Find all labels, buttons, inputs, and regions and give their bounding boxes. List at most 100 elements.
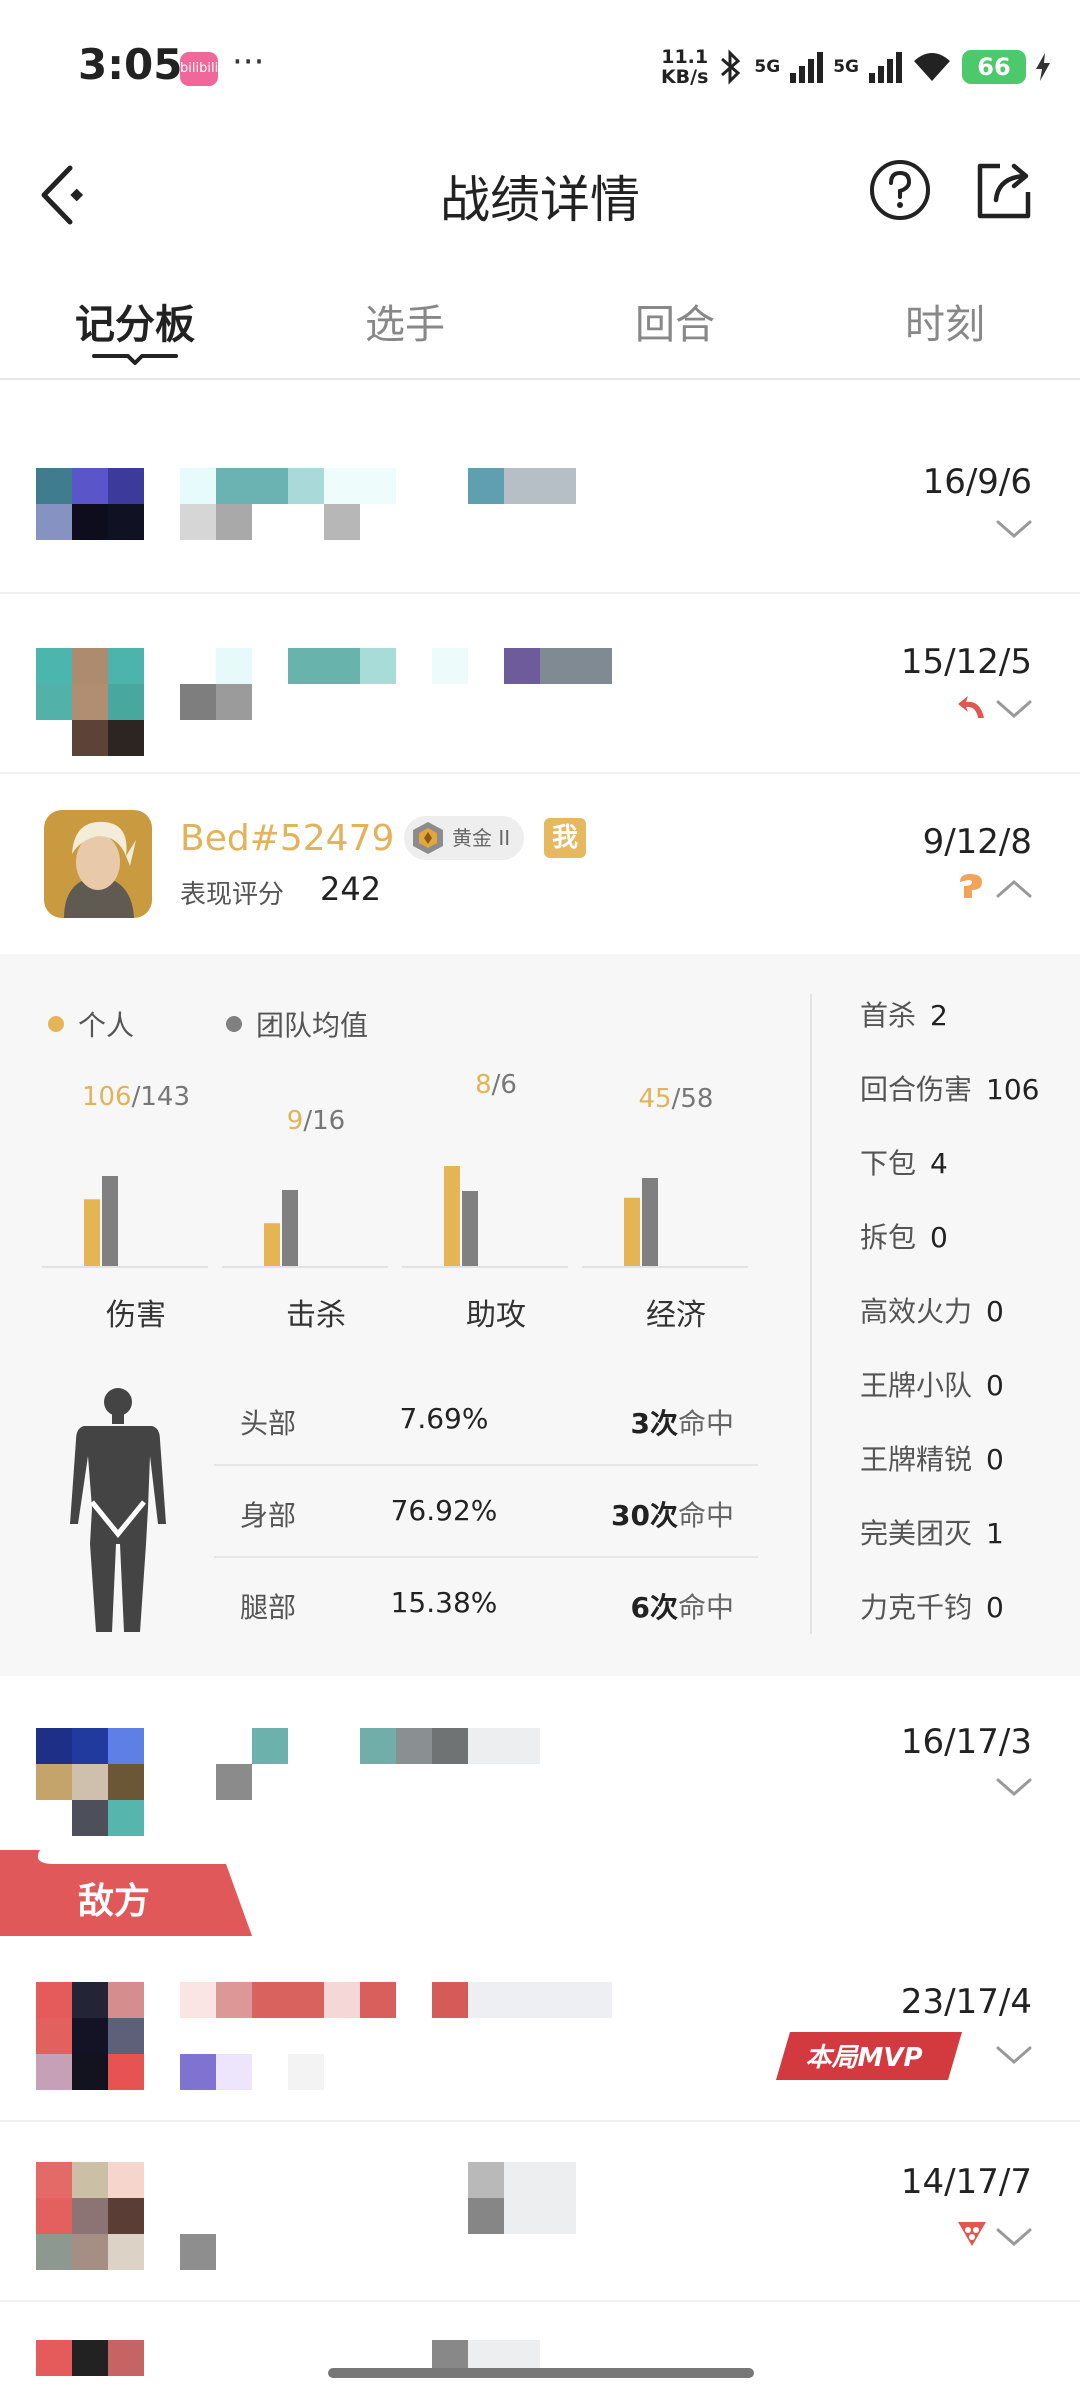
tab-players[interactable]: 选手 (305, 292, 505, 350)
my-player-row[interactable]: Bed#52479 黄金 II 我 表现评分 242 9/12/8 (0, 774, 1080, 954)
bar-value-team: 58 (680, 1084, 714, 1114)
score-value: 242 (320, 870, 382, 908)
stat-label: 拆包 (860, 1221, 917, 1254)
player-name-pixelated (180, 1982, 620, 2092)
mvp-badge: 本局MVP (776, 2032, 962, 2080)
hit-count-suffix: 命中 (677, 1591, 734, 1624)
legend-team-swatch (226, 1016, 242, 1032)
stat-label: 力克千钧 (860, 1591, 973, 1624)
hit-part-label: 腿部 (240, 1591, 297, 1624)
bar-team-1 (282, 1190, 298, 1266)
bar-value-label: 9/16 (286, 1106, 346, 1136)
category-label: 助攻 (466, 1298, 526, 1333)
stat-ace-elite: 王牌精锐 0 (860, 1438, 1004, 1478)
share-button[interactable] (974, 158, 1034, 222)
stat-first-kill: 首杀 2 (860, 994, 948, 1034)
enemy-team-label: 敌方 (78, 1881, 151, 1922)
assist-badge-icon (960, 874, 982, 898)
player-row[interactable]: 16/17/3 (0, 1676, 1080, 1852)
chevron-down-icon[interactable] (996, 1776, 1032, 1798)
hit-count-unit: 次 (649, 1499, 678, 1532)
bar-value-team: 143 (140, 1082, 191, 1112)
enemy-player-row[interactable]: 本局MVP 23/17/4 (0, 1936, 1080, 2122)
hit-distribution-table: 头部 7.69% 3次命中 身部 76.92% 30次命中 腿部 15.38% … (0, 1374, 800, 1654)
score-label: 表现评分 (180, 880, 285, 910)
player-name-pixelated (180, 468, 580, 540)
stat-label: 回合伤害 (860, 1073, 973, 1106)
tab-rounds[interactable]: 回合 (575, 292, 775, 350)
signal-5g-label-2: 5G (833, 57, 859, 77)
stat-value: 2 (930, 999, 948, 1032)
bar-value-label: 45/58 (638, 1084, 714, 1114)
hit-count-number: 6 (630, 1591, 650, 1624)
bar-value-mine: 45 (638, 1084, 672, 1114)
wifi-icon (914, 53, 950, 81)
bar-value-team: 6 (500, 1070, 517, 1100)
player-avatar-pixelated (36, 648, 146, 758)
back-arrow-icon (41, 165, 84, 225)
bar-value-label: 8/6 (475, 1070, 517, 1100)
hit-count-suffix: 命中 (677, 1407, 734, 1440)
rank-label: 黄金 II (452, 826, 511, 850)
bar-value-mine: 8 (475, 1070, 492, 1100)
bar-team-2 (462, 1191, 478, 1266)
help-button[interactable] (868, 158, 932, 222)
hit-part-label: 身部 (240, 1499, 297, 1532)
net-speed-value: 11.1 (661, 46, 709, 68)
hit-row-head: 头部 7.69% 3次命中 (214, 1374, 758, 1466)
hit-row-legs: 腿部 15.38% 6次命中 (214, 1558, 758, 1650)
stat-label: 王牌精锐 (860, 1443, 973, 1476)
hit-count-unit: 次 (649, 1407, 678, 1440)
chevron-down-icon[interactable] (996, 2226, 1032, 2248)
chevron-down-icon[interactable] (996, 2044, 1032, 2066)
gold-rank-icon (413, 822, 443, 854)
status-indicators: 11.1 KB/s 5G 5G 66 (661, 44, 1050, 90)
stat-defuse: 拆包 0 (860, 1216, 948, 1256)
player-name-pixelated (216, 1728, 556, 1800)
tab-moments[interactable]: 时刻 (845, 292, 1045, 350)
tab-scoreboard[interactable]: 记分板 (35, 292, 235, 350)
my-player-name: Bed#52479 (180, 818, 395, 859)
player-kda: 14/17/7 (900, 2162, 1032, 2202)
me-badge: 我 (544, 818, 586, 858)
bar-value-mine: 9 (286, 1106, 304, 1136)
enemy-player-row[interactable] (0, 2302, 1080, 2400)
bar-team-0 (102, 1176, 118, 1266)
category-label: 伤害 (106, 1298, 166, 1333)
bar-value-team: 16 (312, 1106, 346, 1136)
stat-value: 0 (986, 1591, 1004, 1624)
legend-personal: 个人 (48, 1004, 134, 1044)
hit-percentage: 7.69% (399, 1402, 489, 1435)
back-button[interactable] (38, 160, 98, 230)
hit-part-label: 头部 (240, 1407, 297, 1440)
hit-percentage: 15.38% (390, 1586, 498, 1619)
bar-personal-1 (264, 1223, 280, 1266)
player-row[interactable]: 15/12/5 (0, 594, 1080, 774)
stat-ace-squad: 王牌小队 0 (860, 1364, 1004, 1404)
stat-label: 完美团灭 (860, 1517, 973, 1550)
player-row[interactable]: 16/9/6 (0, 414, 1080, 594)
player-avatar-pixelated (36, 1982, 146, 2092)
player-avatar-pixelated (36, 468, 146, 578)
home-indicator[interactable] (328, 2368, 754, 2378)
hit-count-number: 30 (611, 1499, 650, 1532)
player-kda: 16/17/3 (900, 1722, 1032, 1762)
hit-count: 3次命中 (630, 1402, 734, 1442)
enemy-player-row[interactable]: 14/17/7 (0, 2122, 1080, 2302)
active-tab-indicator (92, 354, 178, 365)
chevron-down-icon[interactable] (996, 518, 1032, 540)
hit-count-suffix: 命中 (677, 1499, 734, 1532)
net-speed: 11.1 KB/s (661, 47, 708, 87)
legend-team: 团队均值 (226, 1004, 368, 1044)
cell-signal-icon-1 (790, 51, 824, 83)
player-name-pixelated (180, 648, 620, 720)
rank-badge: 黄金 II (404, 816, 524, 860)
stat-label: 首杀 (860, 999, 917, 1032)
comeback-arrow-icon (958, 696, 984, 718)
chevron-up-icon[interactable] (996, 878, 1032, 900)
stat-round-damage: 回合伤害 106 (860, 1068, 1039, 1108)
chevron-down-icon[interactable] (996, 698, 1032, 720)
player-avatar-pixelated (36, 1728, 146, 1838)
tab-bar: 记分板 选手 回合 时刻 (0, 270, 1080, 380)
agent-portrait (44, 810, 152, 918)
